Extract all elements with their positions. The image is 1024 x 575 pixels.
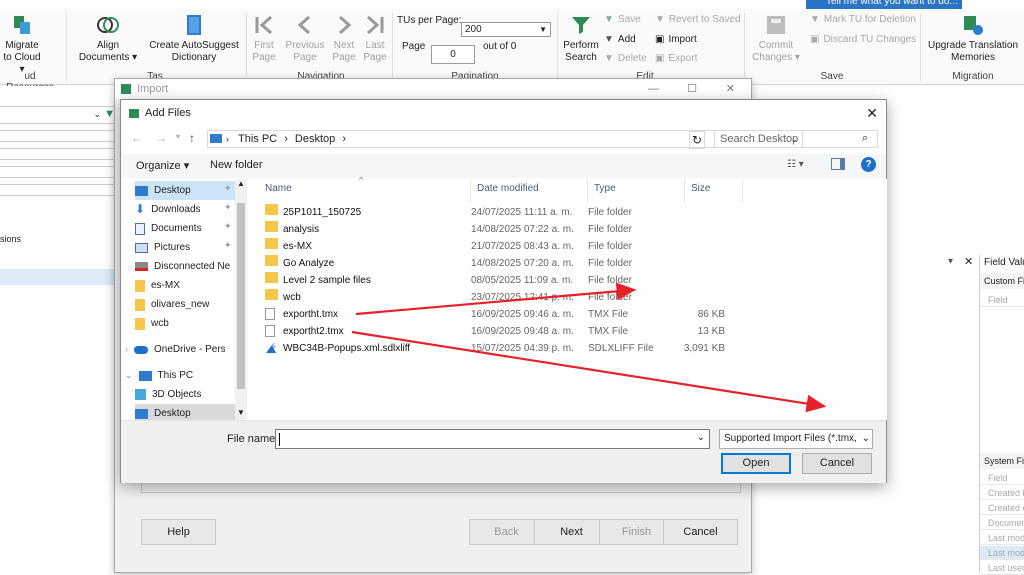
annotation-arrow-1 (355, 282, 637, 316)
annotation-arrow-2 (351, 330, 827, 413)
annotation-arrows (351, 282, 827, 413)
